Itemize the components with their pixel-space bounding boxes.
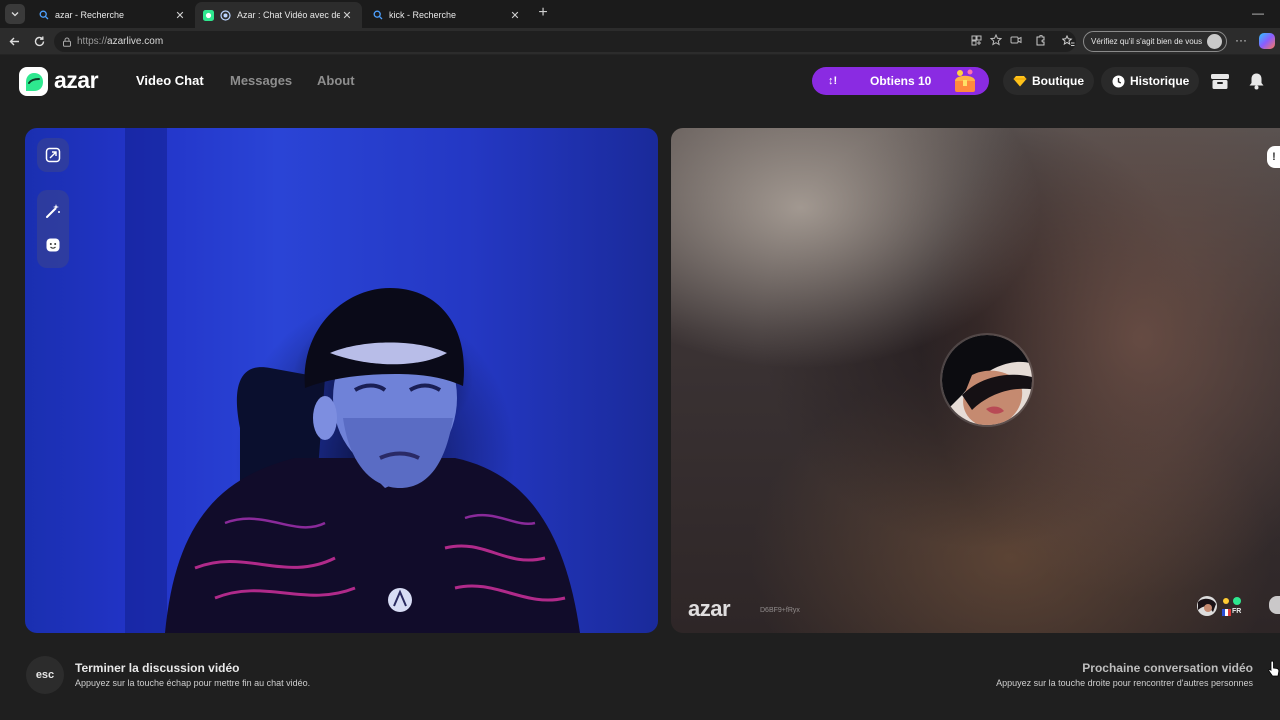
- camera-in-use-icon[interactable]: [1010, 34, 1022, 46]
- partner-watermark-logo: azar: [688, 596, 731, 621]
- shop-button[interactable]: Boutique: [1003, 67, 1094, 95]
- sun-badge-icon: [1223, 598, 1229, 604]
- favorites-list-icon[interactable]: [1060, 33, 1076, 49]
- azar-favicon: [203, 9, 214, 21]
- audio-indicator-icon: [220, 9, 231, 21]
- self-video-feed: [25, 128, 658, 633]
- nav-about[interactable]: About: [317, 73, 355, 88]
- reload-icon[interactable]: [31, 33, 47, 49]
- hand-cursor-icon: [1268, 660, 1280, 677]
- face-filter-icon[interactable]: [37, 228, 69, 262]
- favorite-star-icon[interactable]: [990, 34, 1002, 46]
- clock-icon: [1111, 74, 1125, 88]
- partner-info-badges[interactable]: FR: [1195, 594, 1245, 618]
- diamond-icon: [1013, 74, 1027, 88]
- browser-tab-kick-search[interactable]: kick - Recherche ✕: [364, 2, 530, 28]
- history-label: Historique: [1130, 74, 1190, 88]
- copilot-icon[interactable]: [1259, 33, 1275, 49]
- browser-toolbar: https:// azarlive.com Vérifiez qu'il s'a…: [0, 28, 1280, 55]
- partner-user-id: D6BF9+fRyx: [760, 607, 800, 614]
- toggle-minimize-video-icon[interactable]: [37, 138, 69, 172]
- minimize-window-icon[interactable]: —: [1252, 6, 1264, 20]
- notification-bell-icon[interactable]: [1245, 70, 1267, 92]
- close-tab-icon[interactable]: ✕: [173, 9, 187, 22]
- address-bar-actions: [970, 34, 1022, 46]
- back-arrow-icon[interactable]: [6, 33, 22, 49]
- report-user-button[interactable]: !: [1267, 146, 1280, 168]
- magic-wand-icon[interactable]: [37, 194, 69, 228]
- partner-video-feed: ! azar D6BF9+fRyx FR: [671, 128, 1280, 633]
- nav-messages[interactable]: Messages: [230, 73, 292, 88]
- url-host: azarlive.com: [107, 36, 164, 47]
- azar-logo-text[interactable]: azar: [54, 67, 99, 94]
- url-scheme: https://: [77, 36, 108, 47]
- next-chat-hint: Appuyez sur la touche droite pour rencon…: [996, 678, 1253, 688]
- shop-label: Boutique: [1032, 74, 1084, 88]
- self-camera-image: [165, 288, 580, 633]
- partner-country-code: FR: [1232, 608, 1242, 615]
- close-tab-icon[interactable]: ✕: [340, 9, 354, 22]
- promo-icon: ↕!: [828, 75, 838, 87]
- end-chat-title[interactable]: Terminer la discussion vidéo: [75, 661, 240, 675]
- open-chat-button[interactable]: [1269, 596, 1280, 614]
- new-tab-button[interactable]: +: [536, 5, 550, 21]
- azar-app: azar Video Chat Messages About ↕! Obtien…: [0, 56, 1280, 720]
- effects-toolbar: [37, 190, 69, 268]
- verified-badge-icon: [1233, 597, 1241, 605]
- more-options-icon[interactable]: ···: [1235, 33, 1247, 47]
- nav-video-chat[interactable]: Video Chat: [136, 73, 204, 88]
- france-flag-icon: [1222, 609, 1231, 616]
- tab-actions-menu-button[interactable]: [5, 4, 25, 24]
- profile-verify-button[interactable]: Vérifiez qu'il s'agit bien de vous: [1083, 31, 1228, 52]
- app-available-icon[interactable]: [970, 34, 982, 46]
- chevron-down-icon: [11, 12, 19, 17]
- search-icon: [38, 10, 49, 21]
- tab-title: Azar : Chat Vidéo avec de nou: [237, 10, 340, 20]
- address-bar[interactable]: https:// azarlive.com: [54, 31, 1076, 52]
- history-button[interactable]: Historique: [1101, 67, 1200, 95]
- browser-tab-azar-chat[interactable]: Azar : Chat Vidéo avec de nou ✕: [195, 2, 362, 28]
- profile-avatar: [1207, 34, 1223, 49]
- extensions-icon[interactable]: [1032, 33, 1048, 49]
- esc-key-button[interactable]: esc: [26, 656, 64, 694]
- verify-label: Vérifiez qu'il s'agit bien de vous: [1091, 37, 1203, 46]
- azar-logo-icon[interactable]: [19, 67, 48, 96]
- browser-tabstrip: azar - Recherche ✕ Azar : Chat Vidéo ave…: [0, 0, 1280, 28]
- end-chat-hint: Appuyez sur la touche échap pour mettre …: [75, 678, 311, 688]
- site-info-icon[interactable]: [62, 37, 72, 47]
- partner-mini-avatar-icon: [1197, 596, 1217, 616]
- self-view-toolbar: [37, 138, 69, 172]
- next-chat-title[interactable]: Prochaine conversation vidéo: [1082, 661, 1253, 675]
- promo-get-10-button[interactable]: ↕! Obtiens 10: [812, 67, 989, 95]
- search-icon: [372, 10, 383, 21]
- close-tab-icon[interactable]: ✕: [508, 9, 522, 22]
- inbox-box-icon[interactable]: [1209, 70, 1231, 92]
- treasure-chest-icon: [955, 69, 975, 92]
- partner-avatar[interactable]: [940, 333, 1034, 427]
- tab-title: kick - Recherche: [389, 10, 457, 20]
- browser-tab-azar-search[interactable]: azar - Recherche ✕: [30, 2, 195, 28]
- tab-title: azar - Recherche: [55, 10, 125, 20]
- promo-label: Obtiens 10: [870, 74, 932, 88]
